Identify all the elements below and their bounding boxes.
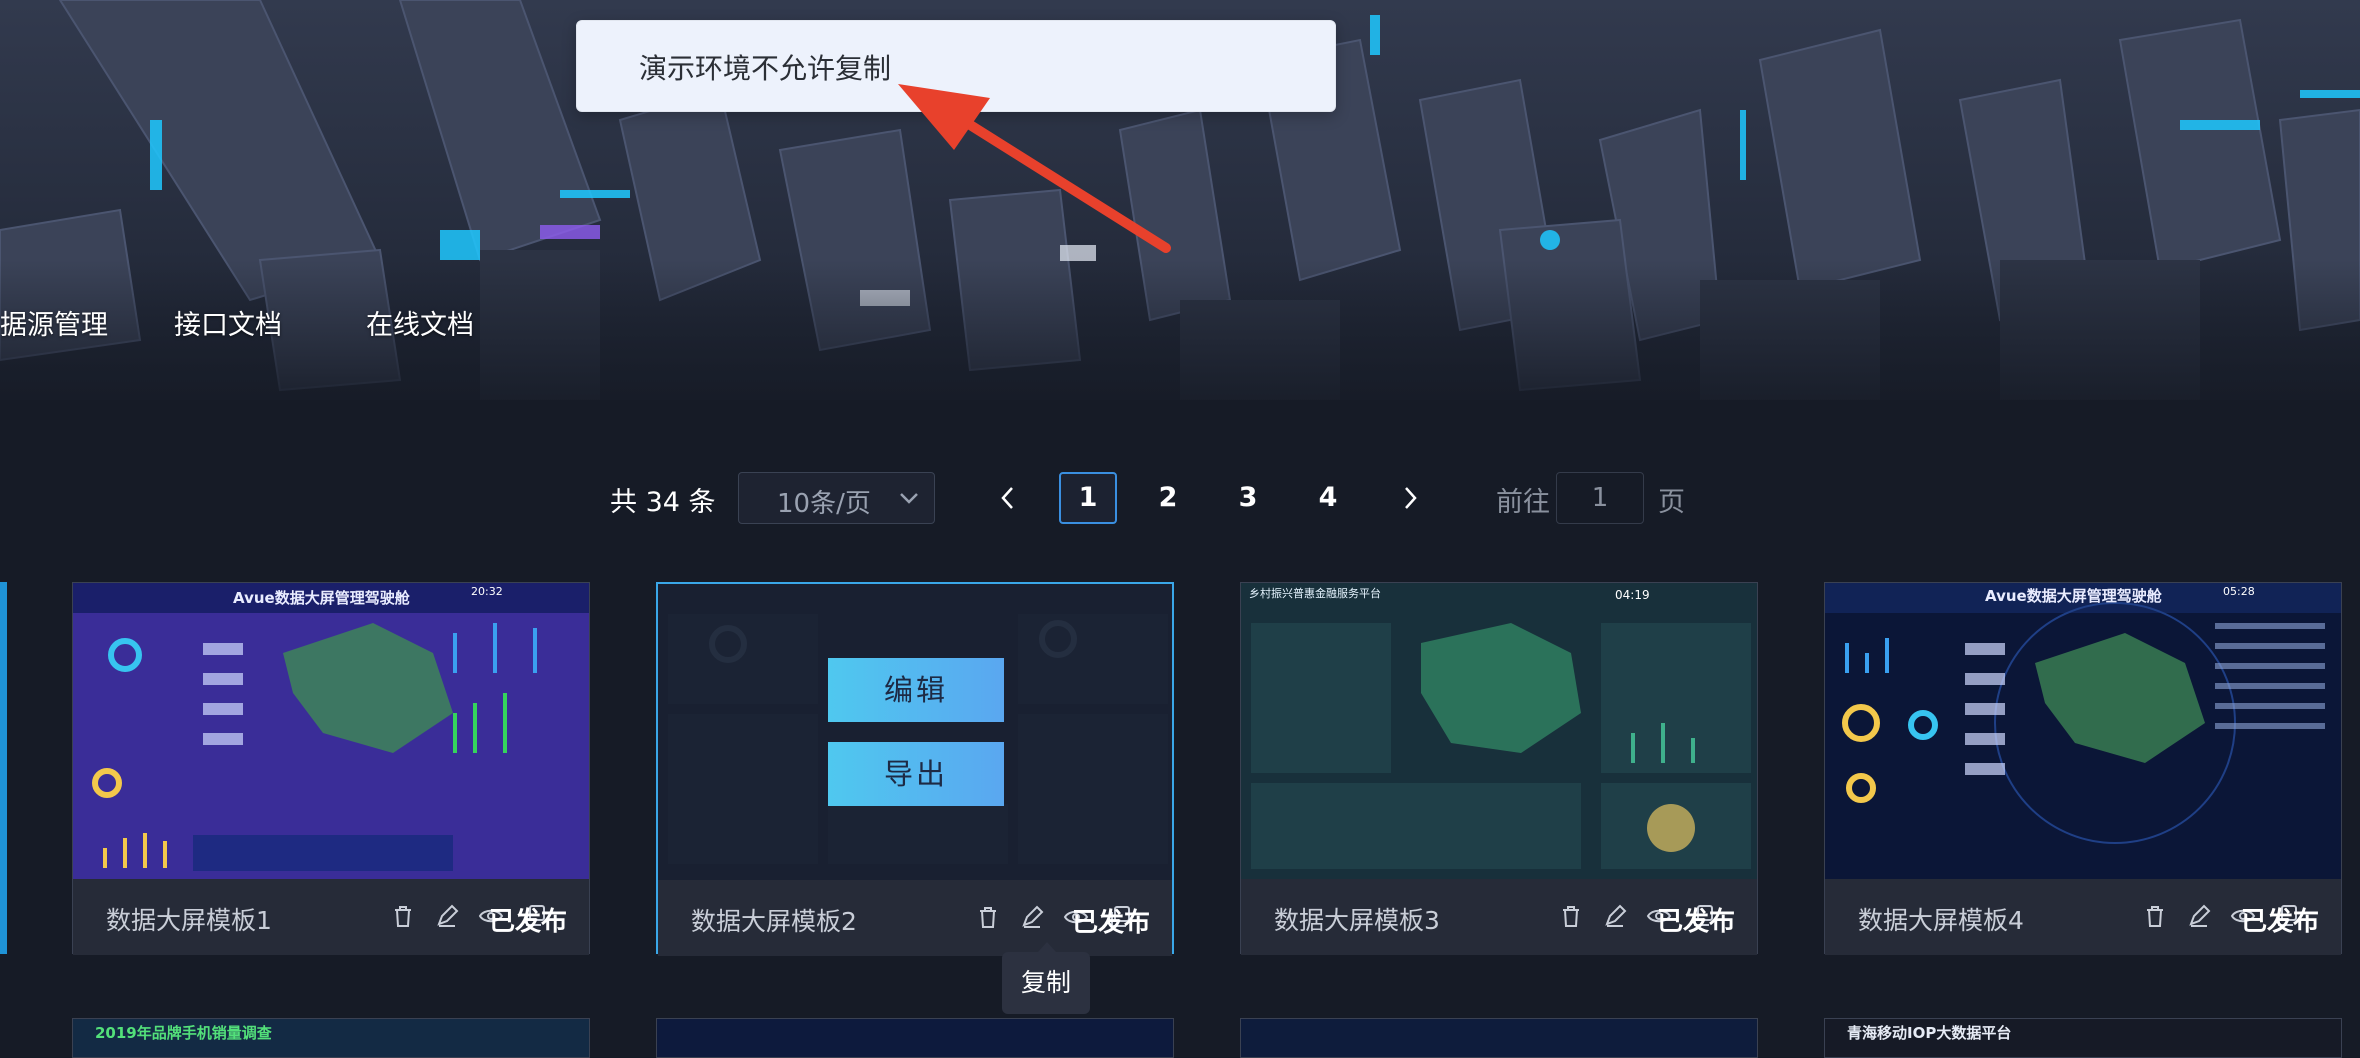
template-card-1[interactable]: Avue数据大屏管理驾驶舱 20:32 数据大屏模板1 已发布 [72, 582, 590, 955]
card-title: 数据大屏模板2 [691, 907, 857, 936]
prev-page-icon[interactable] [996, 484, 1020, 512]
card-title: 数据大屏模板4 [1858, 906, 2024, 935]
template-card-7[interactable] [1240, 1018, 1758, 1058]
edit-icon[interactable] [434, 903, 460, 929]
card-footer: 数据大屏模板2 已发布 [658, 880, 1172, 956]
thumbnail-title: 青海移动IOP大数据平台 [1847, 1024, 2012, 1042]
delete-icon[interactable] [975, 904, 1001, 930]
thumbnail-title: Avue数据大屏管理驾驶舱 20:32 [233, 585, 503, 607]
svg-text:Avue数据大屏管理驾驶舱: Avue数据大屏管理驾驶舱 [1985, 587, 2163, 605]
copy-tooltip: 复制 [1002, 942, 1090, 1014]
previous-card-edge [0, 582, 7, 954]
edit-icon[interactable] [1602, 903, 1628, 929]
template-card-4[interactable]: Avue数据大屏管理驾驶舱 05:28 数据大屏模板4 已发布 [1824, 582, 2342, 955]
page-number-3[interactable]: 3 [1219, 472, 1277, 524]
svg-text:乡村振兴普惠金融服务平台: 乡村振兴普惠金融服务平台 [1249, 586, 1381, 600]
card-thumbnail: Avue数据大屏管理驾驶舱 05:28 [1825, 583, 2341, 879]
template-card-2[interactable]: 编辑 导出 数据大屏模板2 已发布 [656, 582, 1174, 956]
page-number-4[interactable]: 4 [1299, 472, 1357, 524]
thumbnail-title: Avue数据大屏管理驾驶舱 05:28 [1985, 585, 2255, 605]
status-badge: 已发布 [1656, 907, 1735, 937]
svg-text:20:32: 20:32 [471, 585, 503, 598]
card-footer: 数据大屏模板1 已发布 [73, 879, 589, 955]
edit-icon[interactable] [2186, 903, 2212, 929]
total-count: 共 34 条 [610, 487, 716, 518]
edit-icon[interactable] [1019, 904, 1045, 930]
chevron-down-icon [900, 493, 918, 504]
card-thumbnail: Avue数据大屏管理驾驶舱 20:32 [73, 583, 589, 879]
thumbnail-title: 2019年品牌手机销量调查 [95, 1024, 272, 1042]
goto-label: 前往 [1496, 487, 1550, 518]
card-hover-overlay: 编辑 导出 [658, 584, 1172, 880]
card-footer: 数据大屏模板4 已发布 [1825, 879, 2341, 955]
delete-icon[interactable] [390, 903, 416, 929]
pagination: 共 34 条 10条/页 1 2 3 4 前往 页 [0, 472, 2360, 526]
page-number-2[interactable]: 2 [1139, 472, 1197, 524]
next-page-icon[interactable] [1398, 484, 1422, 512]
goto-suffix: 页 [1658, 487, 1685, 518]
svg-text:04:19: 04:19 [1615, 588, 1650, 602]
status-badge: 已发布 [488, 907, 567, 937]
edit-button[interactable]: 编辑 [828, 658, 1004, 722]
thumbnail-title: 乡村振兴普惠金融服务平台 04:19 [1249, 586, 1650, 602]
page-size-value: 10条/页 [777, 489, 871, 519]
annotation-arrow-icon [898, 84, 1171, 253]
template-card-5[interactable]: 2019年品牌手机销量调查 [72, 1018, 590, 1058]
goto-page-input[interactable] [1556, 472, 1644, 524]
card-footer: 数据大屏模板3 已发布 [1241, 879, 1757, 955]
card-title: 数据大屏模板1 [106, 906, 272, 935]
card-thumbnail: 乡村振兴普惠金融服务平台 04:19 [1241, 583, 1757, 879]
status-badge: 已发布 [1071, 908, 1150, 938]
template-card-8[interactable]: 青海移动IOP大数据平台 [1824, 1018, 2342, 1058]
delete-icon[interactable] [2142, 903, 2168, 929]
template-card-3[interactable]: 乡村振兴普惠金融服务平台 04:19 数据大屏模板3 已发布 [1240, 582, 1758, 955]
svg-text:05:28: 05:28 [2223, 585, 2255, 598]
export-button[interactable]: 导出 [828, 742, 1004, 806]
card-title: 数据大屏模板3 [1274, 906, 1440, 935]
page-size-select[interactable]: 10条/页 [738, 472, 935, 524]
svg-text:Avue数据大屏管理驾驶舱: Avue数据大屏管理驾驶舱 [233, 589, 411, 607]
status-badge: 已发布 [2240, 907, 2319, 937]
page-number-1[interactable]: 1 [1059, 472, 1117, 524]
delete-icon[interactable] [1558, 903, 1584, 929]
template-card-6[interactable] [656, 1018, 1174, 1058]
